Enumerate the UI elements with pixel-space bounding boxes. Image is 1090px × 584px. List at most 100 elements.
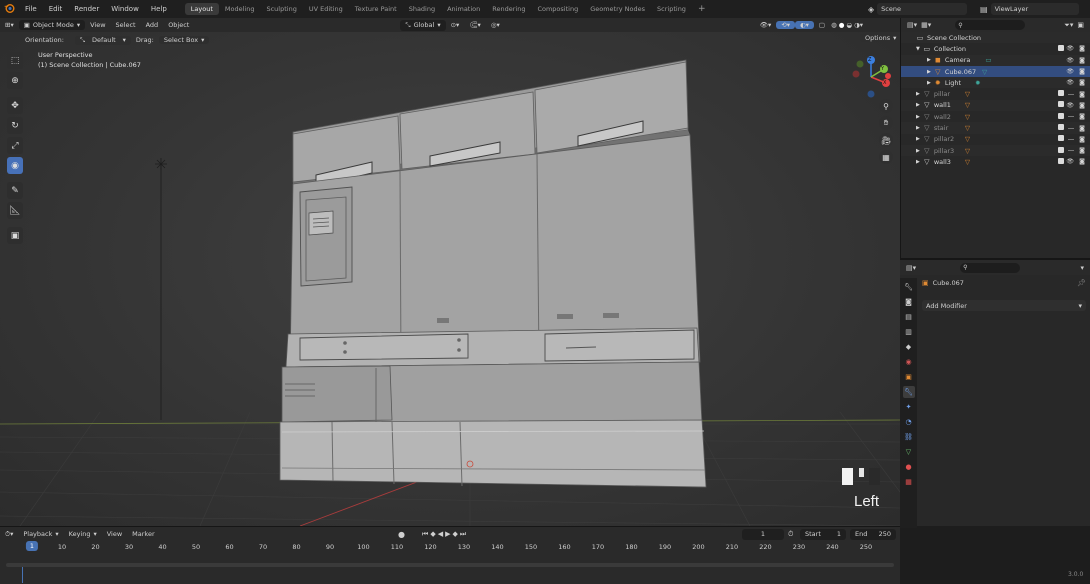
scene-icon[interactable]: ◆ [903,341,915,353]
move-tool[interactable]: ✥ [7,97,23,114]
camera-render-icon[interactable]: ◙ [1079,45,1085,52]
camera-render-icon[interactable]: ◙ [1079,79,1085,86]
outliner-row-cube[interactable]: ▶ ▽ Cube.067 ▽ 👁︎ ◙ [901,65,1090,78]
timeline-ruler[interactable]: 1 10 20 30 40 50 60 70 80 90 100 110 120 130 140 150 160… [0,527,900,584]
tab-rendering[interactable]: Rendering [486,3,531,15]
tab-texture-paint[interactable]: Texture Paint [349,3,403,15]
particles-icon[interactable]: ✦ [903,401,915,413]
outliner-row-pillar[interactable]: ▶ ▽ pillar ▽ ― ◙ [901,88,1090,100]
outliner-row-pillar3[interactable]: ▶ ▽ pillar3 ▽ ― ◙ [901,144,1090,157]
add-modifier-button[interactable]: Add Modifier ▾ [922,300,1086,311]
proportional-edit-button[interactable]: ◎▾ [486,21,505,29]
eye-icon[interactable]: 👁︎ [1066,68,1074,75]
tab-uv-editing[interactable]: UV Editing [303,3,349,15]
camera-render-icon[interactable]: ◙ [1079,68,1085,75]
tab-geometry-nodes[interactable]: Geometry Nodes [584,3,651,15]
tab-scripting[interactable]: Scripting [651,3,692,15]
expand-right-icon[interactable]: ▶ [927,80,931,86]
editor-type-icon[interactable]: ▤▾ [906,264,916,272]
outliner-row-light[interactable]: ▶ ✹ Light ✹ 👁︎ ◙ [901,77,1090,89]
visibility-button[interactable]: 👁︎▾ [755,21,777,29]
constraints-icon[interactable]: ⛓︎ [903,431,915,443]
menu-window[interactable]: Window [105,5,145,13]
timeline-scrollbar[interactable] [6,563,894,567]
menu-view[interactable]: View [85,21,110,29]
blender-logo-icon[interactable] [0,3,19,15]
collection-checkbox[interactable] [1058,44,1064,53]
menu-file[interactable]: File [19,5,43,13]
eye-icon[interactable]: ― [1068,91,1074,98]
outliner-row-pillar2[interactable]: ▶ ▽ pillar2 ▽ ― ◙ [901,133,1090,145]
expand-right-icon[interactable]: ▶ [916,148,920,154]
eye-icon[interactable]: ― [1068,147,1074,154]
transform-orientation-dropdown[interactable]: ⤡ Global ▾ [400,19,446,31]
eye-icon[interactable]: 👁︎ [1066,158,1074,165]
pivot-point-button[interactable]: ⊙▾ [446,21,465,29]
eye-icon[interactable]: ― [1068,125,1074,132]
material-icon[interactable]: ● [903,461,915,473]
output-icon[interactable]: ▤ [903,311,915,323]
expand-right-icon[interactable]: ▶ [927,57,931,63]
texture-icon[interactable]: ▦ [903,476,915,488]
object-checkbox[interactable] [1058,146,1064,155]
tab-animation[interactable]: Animation [441,3,486,15]
cursor-tool[interactable]: ⊕ [7,72,23,89]
object-checkbox[interactable] [1058,157,1064,166]
eye-icon[interactable]: 👁︎ [1066,79,1074,86]
tab-layout[interactable]: Layout [184,3,219,15]
annotate-tool[interactable]: ✎ [7,182,23,199]
snap-button[interactable]: 🧲︎▾ [464,21,486,29]
object-icon[interactable]: ▣ [903,371,915,383]
shading-material-button[interactable]: ◒ [845,21,853,29]
eye-icon[interactable]: 👁︎ [1066,45,1074,52]
physics-icon[interactable]: ◔ [903,416,915,428]
camera-render-icon[interactable]: ◙ [1079,102,1085,109]
add-workspace-button[interactable]: + [692,2,712,16]
world-icon[interactable]: ◉ [903,356,915,368]
outliner-row-camera[interactable]: ▶ ◼ Camera ▭ 👁︎ ◙ [901,54,1090,66]
camera-render-icon[interactable]: ◙ [1079,113,1085,120]
data-icon[interactable]: ▽ [903,446,915,458]
object-checkbox[interactable] [1058,112,1064,121]
expand-right-icon[interactable]: ▶ [916,114,920,120]
transform-tool[interactable]: ◉ [7,157,23,174]
zoom-button[interactable]: ⚲ [879,99,893,113]
expand-right-icon[interactable]: ▶ [916,159,920,165]
outliner-search-input[interactable]: ⚲ [955,20,1026,30]
filter-icon[interactable]: ⏷▾ [1064,21,1073,30]
camera-render-icon[interactable]: ◙ [1079,125,1085,132]
shading-rendered-button[interactable]: ◑▾ [853,21,864,29]
object-checkbox[interactable] [1058,124,1064,132]
chevron-down-icon[interactable]: ▾ [1080,264,1084,272]
camera-render-icon[interactable]: ◙ [1079,91,1085,98]
outliner-row-wall3[interactable]: ▶ ▽ wall3 ▽ 👁︎ ◙ [901,156,1090,168]
modifier-icon[interactable]: 🔧︎ [902,386,915,398]
xray-button[interactable]: ▢ [814,21,830,29]
camera-render-icon[interactable]: ◙ [1079,136,1085,143]
editor-type-button[interactable]: ⊞▾ [0,21,19,29]
camera-render-icon[interactable]: ◙ [1079,57,1085,64]
3d-viewport[interactable]: Orientation: ⤡ Default ▾ Drag: Select Box ▾… [0,32,900,526]
expand-right-icon[interactable]: ▶ [916,102,920,108]
navigation-gizmo[interactable]: Z X Y [848,54,894,100]
tool-icon[interactable]: 🔧︎ [903,281,915,293]
tab-modeling[interactable]: Modeling [219,3,261,15]
camera-view-button[interactable]: 🎥︎ [879,133,893,147]
view-layer-icon[interactable]: ▥ [903,326,915,338]
object-checkbox[interactable] [1058,101,1064,109]
add-cube-tool[interactable]: ▣ [7,227,23,244]
outliner-row-stair[interactable]: ▶ ▽ stair ▽ ― ◙ [901,122,1090,134]
expand-right-icon[interactable]: ▶ [927,69,931,75]
menu-help[interactable]: Help [145,5,173,13]
outliner-row-scene-collection[interactable]: ▭ Scene Collection [901,32,1090,44]
tab-compositing[interactable]: Compositing [531,3,584,15]
view-layer-field[interactable]: ViewLayer [990,3,1079,15]
shading-wireframe-button[interactable]: ◍ [830,21,838,29]
display-mode-icon[interactable]: ▦▾ [921,21,931,29]
camera-render-icon[interactable]: ◙ [1079,147,1085,154]
eye-icon[interactable]: 👁︎ [1066,57,1074,64]
outliner-row-collection[interactable]: ▼ ▭ Collection 👁︎ ◙ [901,43,1090,54]
editor-type-icon[interactable]: ▤▾ [907,21,917,29]
expand-right-icon[interactable]: ▶ [916,136,920,142]
rotate-tool[interactable]: ↻ [7,117,23,134]
